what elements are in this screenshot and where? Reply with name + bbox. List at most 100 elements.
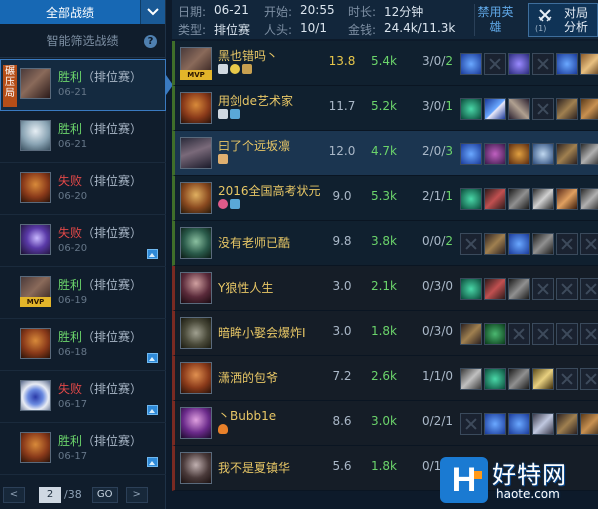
player-name[interactable]: 没有老师已酷 <box>218 234 290 251</box>
start-label: 开始: <box>264 5 293 19</box>
banned-heroes-button[interactable]: 禁用英雄 <box>474 4 516 36</box>
item-slot[interactable] <box>532 143 554 165</box>
next-page-button[interactable]: > <box>125 486 148 503</box>
item-slot[interactable] <box>460 53 482 75</box>
item-slot[interactable] <box>508 233 530 255</box>
match-type: （排位赛） <box>82 122 143 136</box>
item-slot[interactable] <box>532 368 554 390</box>
player-row[interactable]: 曰了个远坂凛 12.0 4.7k 2/0/3 <box>172 131 598 176</box>
image-icon[interactable] <box>147 249 158 259</box>
player-name[interactable]: 潇洒的包爷 <box>218 369 278 386</box>
item-slot[interactable] <box>508 143 530 165</box>
item-slot[interactable] <box>532 188 554 210</box>
heart-tag-icon <box>218 199 228 209</box>
item-slot[interactable] <box>460 278 482 300</box>
help-icon[interactable]: ? <box>144 35 157 48</box>
image-icon[interactable] <box>147 405 158 415</box>
all-records-tab[interactable]: 全部战绩 <box>0 0 140 24</box>
item-slot[interactable] <box>556 98 578 120</box>
player-row[interactable]: 潇洒的包爷 7.2 2.6k 1/1/0 <box>172 356 598 401</box>
item-slot[interactable] <box>460 188 482 210</box>
player-kda: 3/0/1 <box>422 99 453 113</box>
player-name[interactable]: Y狼性人生 <box>218 279 273 296</box>
player-row[interactable]: MVP 黑也错吗丶 13.8 5.4k 3/0/2 <box>172 41 598 86</box>
item-slot[interactable] <box>508 98 530 120</box>
match-item[interactable]: MVP 胜利（排位赛） 06-19 <box>0 267 166 319</box>
empty-slot <box>580 368 598 390</box>
player-name[interactable]: 2016全国高考状元 <box>218 182 321 199</box>
player-row[interactable]: 用剑de艺术家 11.7 5.2k 3/0/1 <box>172 86 598 131</box>
match-item[interactable]: 失败（排位赛） 06-20 <box>0 163 166 215</box>
item-slot[interactable] <box>580 143 598 165</box>
player-name[interactable]: 曰了个远坂凛 <box>218 137 290 154</box>
item-slot[interactable] <box>556 413 578 435</box>
player-row[interactable]: 2016全国高考状元 9.0 5.3k 2/1/1 <box>172 176 598 221</box>
match-item[interactable]: 失败（排位赛） 06-20 <box>0 215 166 267</box>
mvp-badge: MVP <box>20 297 51 307</box>
item-slot[interactable] <box>508 53 530 75</box>
item-slot[interactable] <box>484 368 506 390</box>
player-row[interactable]: 暗眸小娶会爆炸I 3.0 1.8k 0/3/0 <box>172 311 598 356</box>
match-date: 06-19 <box>58 295 88 306</box>
champion-portrait <box>180 362 212 394</box>
empty-slot <box>556 368 578 390</box>
item-slot[interactable] <box>556 143 578 165</box>
item-slot[interactable] <box>508 278 530 300</box>
item-slot[interactable] <box>484 143 506 165</box>
item-slot[interactable] <box>460 323 482 345</box>
player-gold: 5.2k <box>370 99 398 113</box>
item-slot[interactable] <box>460 98 482 120</box>
item-slot[interactable] <box>580 53 598 75</box>
item-slot[interactable] <box>484 188 506 210</box>
site-name: 好特网 <box>492 461 567 489</box>
player-row[interactable]: Y狼性人生 3.0 2.1k 0/3/0 <box>172 266 598 311</box>
match-analysis-button[interactable]: (1) 对局分析 <box>528 3 598 37</box>
item-slot[interactable] <box>484 98 506 120</box>
page-number-input[interactable]: 2 <box>39 486 61 503</box>
player-score: 8.6 <box>332 414 352 428</box>
match-date: 06-20 <box>58 243 88 254</box>
image-icon[interactable] <box>147 457 158 467</box>
item-slot[interactable] <box>484 323 506 345</box>
go-button[interactable]: GO <box>91 486 118 503</box>
match-item[interactable]: 胜利（排位赛） 06-18 <box>0 319 166 371</box>
item-slot[interactable] <box>580 98 598 120</box>
item-slot[interactable] <box>580 413 598 435</box>
item-slot[interactable] <box>508 368 530 390</box>
item-slot[interactable] <box>484 413 506 435</box>
prev-page-button[interactable]: < <box>3 486 25 503</box>
chevron-down-icon[interactable] <box>140 0 165 24</box>
player-row[interactable]: 没有老师已酷 9.8 3.8k 0/0/2 <box>172 221 598 266</box>
match-item[interactable]: 胜利（排位赛） 06-17 <box>0 423 166 475</box>
player-name[interactable]: 暗眸小娶会爆炸I <box>218 324 306 341</box>
type-value: 排位赛 <box>214 23 251 37</box>
empty-slot <box>532 278 554 300</box>
item-slot[interactable] <box>556 53 578 75</box>
item-slot[interactable] <box>460 143 482 165</box>
image-icon[interactable] <box>147 353 158 363</box>
item-slot[interactable] <box>556 188 578 210</box>
match-item[interactable]: 胜利（排位赛） 06-21 <box>0 111 166 163</box>
item-slot[interactable] <box>580 188 598 210</box>
gold-value: 24.4k/11.3k <box>384 21 456 35</box>
smart-filter-label: 智能筛选战绩 <box>46 34 119 48</box>
player-name[interactable]: 黑也错吗丶 <box>218 47 278 64</box>
duration-label: 时长: <box>348 5 377 19</box>
match-item[interactable]: 失败（排位赛） 06-17 <box>0 371 166 423</box>
item-slot[interactable] <box>484 278 506 300</box>
match-result: 胜利 <box>58 278 83 292</box>
item-slot[interactable] <box>532 233 554 255</box>
player-name[interactable]: 我不是夏镇华 <box>218 459 290 476</box>
item-slot[interactable] <box>532 413 554 435</box>
item-slot[interactable] <box>460 368 482 390</box>
player-name[interactable]: 用剑de艺术家 <box>218 92 293 109</box>
smart-filter-button[interactable]: 智能筛选战绩 ? <box>0 24 165 58</box>
item-slot[interactable] <box>484 233 506 255</box>
match-item[interactable]: 碾压局 胜利（排位赛） 06-21 <box>0 59 173 111</box>
player-row[interactable]: 丶Bubb1e 8.6 3.0k 0/2/1 <box>172 401 598 446</box>
item-slot[interactable] <box>508 188 530 210</box>
site-logo: H <box>440 457 488 503</box>
player-name[interactable]: 丶Bubb1e <box>218 407 276 424</box>
item-slot[interactable] <box>508 413 530 435</box>
empty-slot <box>556 233 578 255</box>
